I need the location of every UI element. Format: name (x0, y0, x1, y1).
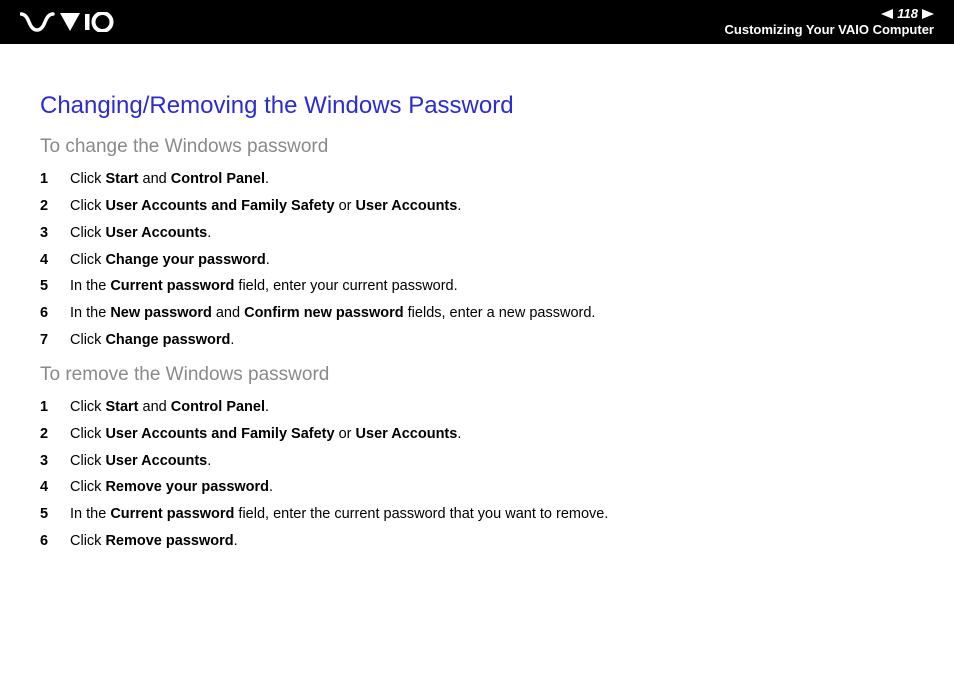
step-item: In the Current password field, enter you… (40, 273, 900, 300)
change-heading: To change the Windows password (40, 136, 900, 158)
content: Changing/Removing the Windows Password T… (0, 44, 900, 555)
step-item: Click User Accounts and Family Safety or… (40, 193, 900, 220)
remove-steps-list: Click Start and Control Panel.Click User… (40, 394, 900, 555)
step-item: Click User Accounts and Family Safety or… (40, 421, 900, 448)
step-item: Click User Accounts. (40, 220, 900, 247)
page-title: Changing/Removing the Windows Password (40, 92, 900, 120)
remove-heading: To remove the Windows password (40, 364, 900, 386)
header-right: 118 Customizing Your VAIO Computer (725, 7, 934, 37)
vaio-logo (20, 12, 120, 32)
step-item: Click Remove your password. (40, 474, 900, 501)
step-item: Click Start and Control Panel. (40, 166, 900, 193)
nav-next-icon[interactable] (922, 9, 934, 19)
step-item: In the New password and Confirm new pass… (40, 300, 900, 327)
page-nav: 118 (725, 7, 934, 20)
step-item: Click Change password. (40, 327, 900, 354)
step-item: Click User Accounts. (40, 448, 900, 475)
header-bar: 118 Customizing Your VAIO Computer (0, 0, 954, 44)
step-item: Click Remove password. (40, 528, 900, 555)
page-number: 118 (897, 7, 918, 20)
step-item: Click Start and Control Panel. (40, 394, 900, 421)
nav-prev-icon[interactable] (881, 9, 893, 19)
step-item: Click Change your password. (40, 247, 900, 274)
change-steps-list: Click Start and Control Panel.Click User… (40, 166, 900, 354)
step-item: In the Current password field, enter the… (40, 501, 900, 528)
breadcrumb: Customizing Your VAIO Computer (725, 22, 934, 37)
